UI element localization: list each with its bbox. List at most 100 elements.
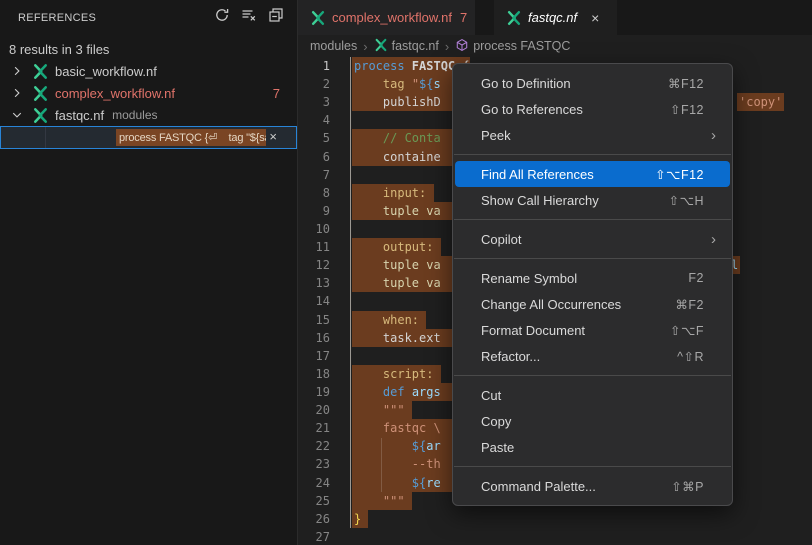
- code-token: [354, 77, 383, 91]
- menu-item-peek[interactable]: Peek›: [455, 122, 730, 148]
- code-token: [354, 385, 383, 399]
- menu-item-label: Format Document: [481, 323, 670, 338]
- highlight-pad: [426, 186, 433, 200]
- tab-gap: [475, 0, 494, 35]
- tab-close-icon[interactable]: ×: [591, 10, 599, 26]
- nextflow-icon: [32, 107, 49, 124]
- line-text: }: [352, 510, 368, 528]
- menu-item-command-palette[interactable]: Command Palette...⇧⌘P: [455, 473, 730, 499]
- line-number: 10: [298, 220, 330, 238]
- breadcrumb-item-process-fastqc[interactable]: process FASTQC: [455, 38, 570, 55]
- line-text: output:: [352, 238, 441, 256]
- line-text: input:: [352, 184, 434, 202]
- line-number: 12: [298, 256, 330, 274]
- menu-item-go-to-definition[interactable]: Go to Definition⌘F12: [455, 70, 730, 96]
- line-number: 23: [298, 455, 330, 473]
- menu-separator: [454, 258, 731, 259]
- menu-item-find-all-references[interactable]: Find All References⇧⌥F12: [455, 161, 730, 187]
- menu-item-label: Go to References: [481, 102, 670, 117]
- code-line-26[interactable]: 26}: [298, 510, 812, 528]
- selected-reference-row[interactable]: process FASTQC {⏎ tag "${samp...×: [0, 126, 297, 149]
- chevron-right-icon[interactable]: [9, 87, 25, 99]
- line-number: 6: [298, 148, 330, 166]
- collapse-all-button[interactable]: [265, 7, 287, 29]
- line-number: 18: [298, 365, 330, 383]
- breadcrumb-item-fastqc-nf[interactable]: fastqc.nf: [374, 38, 439, 55]
- menu-item-cut[interactable]: Cut: [455, 382, 730, 408]
- code-token: process: [354, 59, 412, 73]
- editor-tab-bar: complex_workflow.nf 7 fastqc.nf×: [298, 0, 812, 35]
- menu-item-paste[interactable]: Paste: [455, 434, 730, 460]
- menu-item-label: Find All References: [481, 167, 655, 182]
- line-number: 19: [298, 383, 330, 401]
- breadcrumb-label: process FASTQC: [473, 39, 570, 53]
- breadcrumb-item-modules[interactable]: modules: [310, 39, 357, 53]
- clear-all-button[interactable]: [238, 7, 260, 29]
- code-token: [354, 367, 383, 381]
- line-number: 26: [298, 510, 330, 528]
- tree-file-fastqc-nf[interactable]: fastqc.nfmodules: [0, 104, 297, 126]
- results-summary: 8 results in 3 files: [0, 35, 297, 60]
- line-number: 17: [298, 347, 330, 365]
- menu-item-rename-symbol[interactable]: Rename SymbolF2: [455, 265, 730, 291]
- code-token: [354, 95, 383, 109]
- menu-item-label: Copilot: [481, 232, 711, 247]
- code-token: input:: [383, 186, 426, 200]
- code-fragment[interactable]: 'copy': [737, 93, 784, 111]
- menu-item-label: Paste: [481, 440, 718, 455]
- references-panel-header: REFERENCES: [0, 0, 297, 35]
- line-text: """: [352, 401, 412, 419]
- code-token: containe: [383, 150, 441, 164]
- menu-item-change-all-occurrences[interactable]: Change All Occurrences⌘F2: [455, 291, 730, 317]
- line-text: when:: [352, 311, 426, 329]
- line-text: script:: [352, 365, 441, 383]
- highlight-pad: [419, 313, 426, 327]
- code-token: tag: [383, 77, 412, 91]
- collapse-all-icon: [268, 7, 284, 28]
- menu-item-copilot[interactable]: Copilot›: [455, 226, 730, 252]
- reference-preview-text: process FASTQC {⏎ tag "${samp...: [116, 129, 266, 146]
- line-number: 11: [298, 238, 330, 256]
- refresh-button[interactable]: [211, 7, 233, 29]
- highlight-pad: [433, 240, 440, 254]
- menu-item-shortcut: ^⇧R: [677, 349, 718, 364]
- menu-item-label: Copy: [481, 414, 718, 429]
- tab-fastqc-nf[interactable]: fastqc.nf×: [494, 0, 617, 35]
- submenu-chevron-icon: ›: [711, 231, 718, 248]
- tab-label: complex_workflow.nf: [332, 10, 452, 25]
- menu-item-show-call-hierarchy[interactable]: Show Call Hierarchy⇧⌥H: [455, 187, 730, 213]
- dismiss-reference-icon[interactable]: ×: [269, 129, 277, 144]
- line-number: 3: [298, 93, 330, 111]
- code-line-27[interactable]: 27: [298, 528, 812, 545]
- chevron-down-icon[interactable]: [9, 109, 25, 121]
- code-token: [354, 439, 412, 453]
- line-number: 15: [298, 311, 330, 329]
- line-number: 16: [298, 329, 330, 347]
- menu-item-shortcut: ⇧⌘P: [671, 479, 718, 494]
- tab-complex-workflow-nf[interactable]: complex_workflow.nf 7: [298, 0, 475, 35]
- highlight-pad: [405, 403, 412, 417]
- tree-file-basic-workflow-nf[interactable]: basic_workflow.nf: [0, 60, 297, 82]
- menu-item-copy[interactable]: Copy: [455, 408, 730, 434]
- line-number: 1: [298, 57, 330, 75]
- line-number: 5: [298, 129, 330, 147]
- tree-file-complex-workflow-nf[interactable]: complex_workflow.nf7: [0, 82, 297, 104]
- code-token: """: [383, 403, 405, 417]
- menu-separator: [454, 375, 731, 376]
- menu-item-shortcut: F2: [688, 271, 718, 285]
- code-token: ${: [412, 439, 426, 453]
- code-token: --th: [412, 457, 441, 471]
- tab-problem-badge: 7: [460, 10, 467, 25]
- menu-item-go-to-references[interactable]: Go to References⇧F12: [455, 96, 730, 122]
- menu-item-refactor[interactable]: Refactor...^⇧R: [455, 343, 730, 369]
- code-token: [354, 421, 383, 435]
- chevron-right-icon[interactable]: [9, 65, 25, 77]
- menu-item-format-document[interactable]: Format Document⇧⌥F: [455, 317, 730, 343]
- file-name: complex_workflow.nf: [55, 86, 175, 101]
- code-token: ${: [412, 476, 426, 490]
- code-token: [354, 313, 383, 327]
- highlight-pad: [405, 494, 412, 508]
- line-number: 22: [298, 437, 330, 455]
- code-token: output:: [383, 240, 434, 254]
- code-token: [354, 403, 383, 417]
